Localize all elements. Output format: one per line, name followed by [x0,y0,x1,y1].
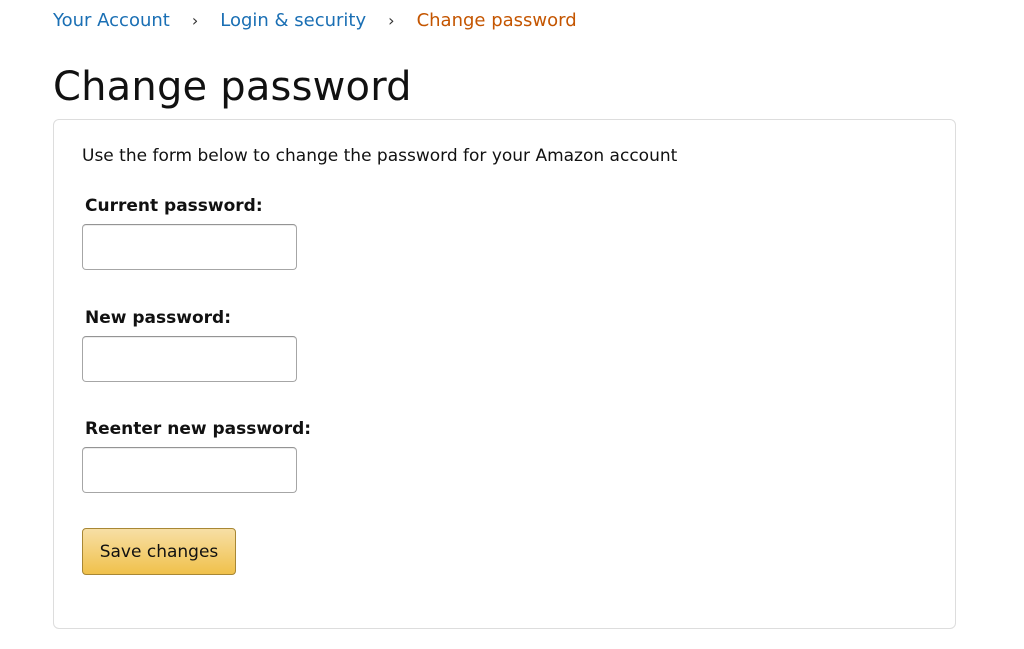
new-password-input[interactable] [82,336,297,382]
breadcrumb-change-password: Change password [416,10,577,31]
save-changes-button[interactable]: Save changes [82,528,236,575]
breadcrumb-login-security[interactable]: Login & security [220,10,366,31]
current-password-label: Current password: [85,196,263,216]
breadcrumb-your-account[interactable]: Your Account [53,10,170,31]
breadcrumb-separator-icon: › [388,11,395,30]
page-title: Change password [53,64,412,110]
reenter-password-input[interactable] [82,447,297,493]
breadcrumb-separator-icon: › [191,11,199,30]
breadcrumb: Your Account › Login & security › Change… [53,10,577,31]
change-password-form: Use the form below to change the passwor… [53,119,956,629]
current-password-input[interactable] [82,224,297,270]
new-password-label: New password: [85,308,231,328]
form-intro-text: Use the form below to change the passwor… [82,146,678,166]
reenter-password-label: Reenter new password: [85,419,312,439]
